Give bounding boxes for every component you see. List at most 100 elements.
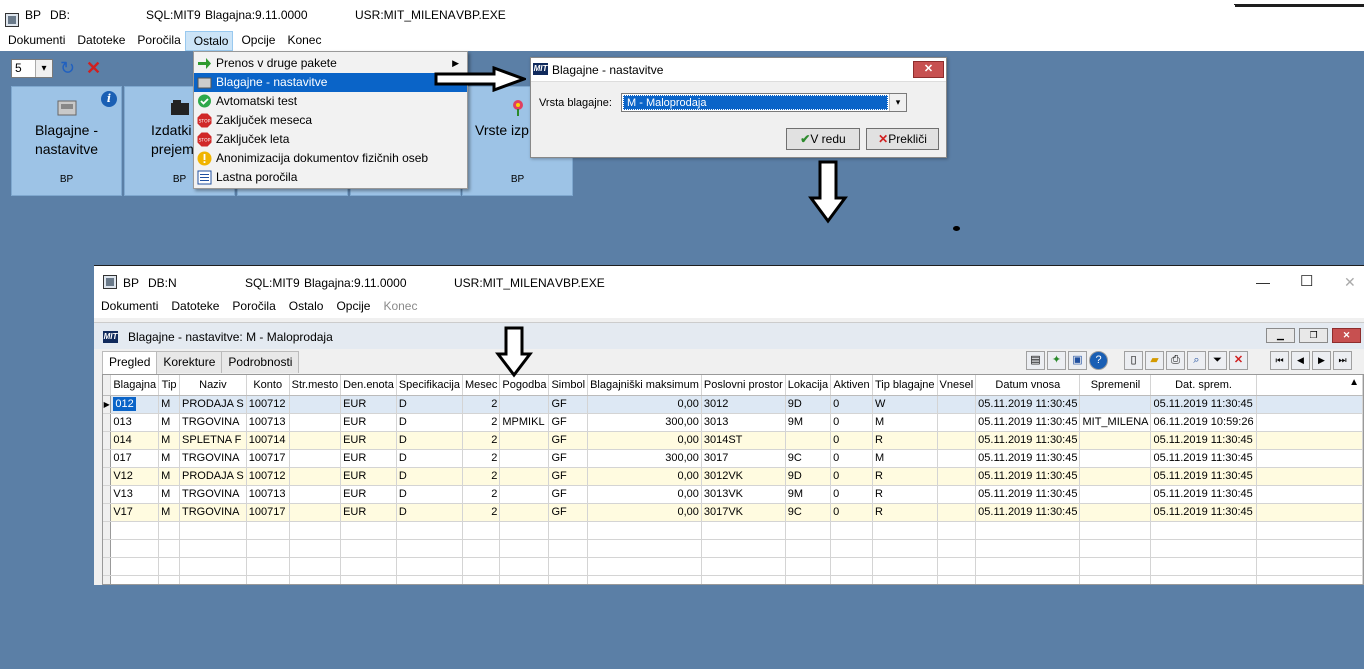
table-cell[interactable]: PRODAJA S: [179, 467, 247, 486]
tools-icon[interactable]: ✦: [1047, 351, 1066, 370]
table-cell[interactable]: 05.11.2019 11:30:45: [1150, 485, 1257, 504]
table-cell[interactable]: 9C: [785, 503, 832, 522]
table-cell[interactable]: [1079, 395, 1152, 414]
table-cell[interactable]: TRGOVINA: [179, 449, 247, 468]
menu-datoteke[interactable]: Datoteke: [69, 31, 129, 51]
table-cell[interactable]: [785, 539, 832, 558]
table-cell[interactable]: 100712: [246, 467, 290, 486]
table-cell[interactable]: [872, 539, 938, 558]
column-header[interactable]: Simbol: [548, 375, 589, 396]
table-cell[interactable]: GF: [548, 467, 589, 486]
table-cell[interactable]: GF: [548, 485, 589, 504]
table-cell[interactable]: 0,00: [587, 431, 702, 450]
table-cell[interactable]: [179, 575, 247, 584]
table-cell[interactable]: [975, 521, 1081, 540]
table-cell[interactable]: 0: [830, 431, 873, 450]
table-cell[interactable]: [830, 539, 873, 558]
table-cell[interactable]: R: [872, 431, 938, 450]
column-header[interactable]: Lokacija: [785, 375, 832, 396]
table-cell[interactable]: [289, 557, 342, 576]
table-cell[interactable]: M: [158, 503, 181, 522]
table-cell[interactable]: [396, 539, 463, 558]
table-cell[interactable]: 3017: [701, 449, 786, 468]
print-icon[interactable]: ⎙: [1166, 351, 1185, 370]
ok-button[interactable]: ✔V redu: [786, 128, 860, 150]
table-cell[interactable]: V13: [110, 485, 160, 504]
table-cell[interactable]: TRGOVINA: [179, 503, 247, 522]
table-cell[interactable]: [785, 431, 832, 450]
table-cell[interactable]: [289, 431, 342, 450]
table-cell[interactable]: [701, 521, 786, 540]
table-cell[interactable]: [1150, 539, 1257, 558]
column-header[interactable]: Tip: [158, 375, 181, 396]
menu-opcije[interactable]: Opcije: [329, 298, 376, 318]
menu-dokumenti[interactable]: Dokumenti: [94, 298, 164, 318]
count-select[interactable]: 5 ▾: [11, 59, 53, 78]
table-cell[interactable]: [158, 521, 181, 540]
table-cell[interactable]: [587, 575, 702, 584]
table-cell[interactable]: [548, 575, 589, 584]
close-icon[interactable]: ✕: [86, 58, 101, 79]
table-cell[interactable]: 2: [462, 467, 501, 486]
filter-icon[interactable]: ⏷: [1208, 351, 1227, 370]
table-cell[interactable]: M: [158, 413, 181, 432]
table-cell[interactable]: 0: [830, 467, 873, 486]
table-cell[interactable]: 9C: [785, 449, 832, 468]
table-cell[interactable]: [499, 539, 550, 558]
table-cell[interactable]: [872, 521, 938, 540]
table-cell[interactable]: D: [396, 413, 463, 432]
table-row[interactable]: ▶ 012 M PRODAJA S 100712 EUR D 2 GF 0,00 3012 9D 0 W 0…: [103, 395, 1363, 414]
table-cell[interactable]: [872, 575, 938, 584]
table-cell[interactable]: 05.11.2019 11:30:45: [1150, 467, 1257, 486]
table-cell[interactable]: 100712: [246, 395, 290, 414]
minimize-button[interactable]: —: [1256, 274, 1270, 290]
menu-konec[interactable]: Konec: [279, 31, 325, 51]
table-cell[interactable]: [701, 575, 786, 584]
table-cell[interactable]: 2: [462, 413, 501, 432]
table-cell[interactable]: [289, 575, 342, 584]
table-row[interactable]: 014 M SPLETNA F 100714 EUR D 2 GF 0,00 3014ST 0 R 05…: [103, 431, 1363, 450]
table-cell[interactable]: TRGOVINA: [179, 485, 247, 504]
table-cell[interactable]: M: [872, 413, 938, 432]
table-cell[interactable]: [499, 575, 550, 584]
table-cell[interactable]: [587, 539, 702, 558]
table-cell[interactable]: [701, 539, 786, 558]
row-indicator[interactable]: [103, 431, 112, 450]
table-cell[interactable]: [158, 539, 181, 558]
table-cell[interactable]: TRGOVINA: [179, 413, 247, 432]
table-cell[interactable]: R: [872, 503, 938, 522]
table-cell[interactable]: [396, 521, 463, 540]
table-cell[interactable]: [937, 557, 977, 576]
refresh-icon[interactable]: ↻: [60, 58, 75, 79]
table-cell[interactable]: 9M: [785, 485, 832, 504]
table-cell[interactable]: 3013VK: [701, 485, 786, 504]
row-indicator[interactable]: ▶: [103, 395, 112, 414]
table-cell[interactable]: MPMIKL: [499, 413, 550, 432]
tab-pregled[interactable]: Pregled: [102, 351, 158, 374]
menu-opcije[interactable]: Opcije: [233, 31, 279, 51]
menu-item-lastna-porocila[interactable]: Lastna poročila: [194, 168, 467, 187]
table-cell[interactable]: [548, 557, 589, 576]
table-cell[interactable]: [1150, 557, 1257, 576]
table-cell[interactable]: [937, 449, 977, 468]
table-cell[interactable]: 9M: [785, 413, 832, 432]
column-header[interactable]: Specifikacija: [396, 375, 463, 396]
table-cell[interactable]: 0: [830, 485, 873, 504]
table-cell[interactable]: 05.11.2019 11:30:45: [975, 413, 1081, 432]
table-cell[interactable]: [158, 575, 181, 584]
table-cell[interactable]: [1150, 521, 1257, 540]
delete-icon[interactable]: ✕: [1229, 351, 1248, 370]
table-cell[interactable]: [499, 431, 550, 450]
column-header[interactable]: Dat. sprem.: [1150, 375, 1257, 396]
column-header[interactable]: Den.enota: [340, 375, 397, 396]
table-cell[interactable]: [1079, 449, 1152, 468]
table-cell[interactable]: [462, 557, 501, 576]
scroll-up-icon[interactable]: ▲: [1349, 377, 1359, 388]
table-cell[interactable]: D: [396, 467, 463, 486]
table-cell[interactable]: M: [158, 395, 181, 414]
table-cell[interactable]: 05.11.2019 11:30:45: [975, 485, 1081, 504]
table-cell[interactable]: [548, 521, 589, 540]
table-cell[interactable]: [340, 557, 397, 576]
table-cell[interactable]: [110, 521, 160, 540]
table-cell[interactable]: [110, 557, 160, 576]
